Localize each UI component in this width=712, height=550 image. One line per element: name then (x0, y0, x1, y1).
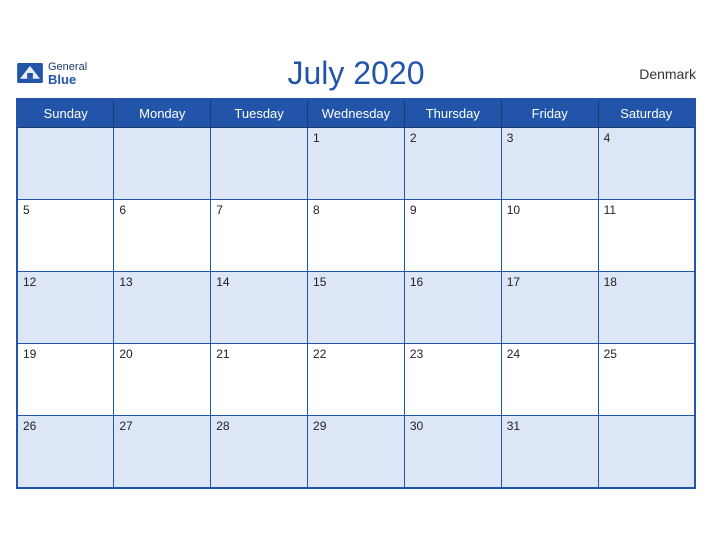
day-number: 2 (410, 131, 417, 145)
calendar-cell: 4 (598, 128, 695, 200)
calendar-cell: 1 (308, 128, 405, 200)
calendar-cell: 8 (308, 200, 405, 272)
calendar-week-row: 19 20 21 22 23 24 25 (17, 344, 695, 416)
logo-icon (16, 63, 44, 83)
day-number: 19 (23, 347, 36, 361)
calendar-cell: 30 (404, 416, 501, 488)
calendar-cell: 17 (501, 272, 598, 344)
calendar-cell: 11 (598, 200, 695, 272)
calendar: General Blue July 2020 Denmark Sunday Mo… (0, 45, 712, 505)
calendar-cell: 15 (308, 272, 405, 344)
calendar-cell: 12 (17, 272, 114, 344)
calendar-cell: 16 (404, 272, 501, 344)
day-number: 23 (410, 347, 423, 361)
calendar-week-row: 1 2 3 4 (17, 128, 695, 200)
day-number: 27 (119, 419, 132, 433)
day-number: 7 (216, 203, 223, 217)
day-number: 11 (604, 203, 616, 217)
calendar-cell: 6 (114, 200, 211, 272)
calendar-cell: 25 (598, 344, 695, 416)
calendar-cell: 9 (404, 200, 501, 272)
day-number: 20 (119, 347, 132, 361)
calendar-cell (598, 416, 695, 488)
calendar-week-row: 26 27 28 29 30 31 (17, 416, 695, 488)
calendar-cell: 14 (211, 272, 308, 344)
day-number: 21 (216, 347, 229, 361)
calendar-cell: 26 (17, 416, 114, 488)
day-number: 15 (313, 275, 326, 289)
calendar-week-row: 5 6 7 8 9 10 11 (17, 200, 695, 272)
day-number: 3 (507, 131, 514, 145)
calendar-cell: 21 (211, 344, 308, 416)
day-number: 24 (507, 347, 520, 361)
day-number: 13 (119, 275, 132, 289)
calendar-cell: 20 (114, 344, 211, 416)
day-number: 22 (313, 347, 326, 361)
day-number: 31 (507, 419, 520, 433)
day-number: 4 (604, 131, 611, 145)
calendar-cell: 3 (501, 128, 598, 200)
calendar-cell: 23 (404, 344, 501, 416)
month-title: July 2020 (288, 55, 425, 92)
calendar-cell: 29 (308, 416, 405, 488)
day-number: 28 (216, 419, 229, 433)
logo-blue-text: Blue (48, 73, 87, 87)
calendar-cell: 27 (114, 416, 211, 488)
calendar-cell: 24 (501, 344, 598, 416)
day-number: 17 (507, 275, 520, 289)
calendar-cell: 22 (308, 344, 405, 416)
day-number: 30 (410, 419, 423, 433)
day-number: 25 (604, 347, 617, 361)
calendar-cell (211, 128, 308, 200)
calendar-cell: 13 (114, 272, 211, 344)
country-label: Denmark (639, 66, 696, 82)
day-number: 1 (313, 131, 320, 145)
day-number: 26 (23, 419, 36, 433)
calendar-cell: 10 (501, 200, 598, 272)
calendar-cell: 28 (211, 416, 308, 488)
calendar-header: General Blue July 2020 Denmark (16, 55, 696, 92)
header-thursday: Thursday (404, 99, 501, 128)
calendar-week-row: 12 13 14 15 16 17 18 (17, 272, 695, 344)
calendar-cell: 2 (404, 128, 501, 200)
header-wednesday: Wednesday (308, 99, 405, 128)
calendar-cell: 19 (17, 344, 114, 416)
days-header-row: Sunday Monday Tuesday Wednesday Thursday… (17, 99, 695, 128)
header-sunday: Sunday (17, 99, 114, 128)
day-number: 29 (313, 419, 326, 433)
calendar-cell: 7 (211, 200, 308, 272)
calendar-cell: 31 (501, 416, 598, 488)
calendar-cell: 18 (598, 272, 695, 344)
day-number: 12 (23, 275, 36, 289)
calendar-cell (114, 128, 211, 200)
day-number: 10 (507, 203, 520, 217)
header-friday: Friday (501, 99, 598, 128)
calendar-cell (17, 128, 114, 200)
logo-general-text: General (48, 61, 87, 73)
day-number: 5 (23, 203, 30, 217)
day-number: 18 (604, 275, 617, 289)
logo-area: General Blue (16, 61, 87, 87)
header-monday: Monday (114, 99, 211, 128)
calendar-table: Sunday Monday Tuesday Wednesday Thursday… (16, 98, 696, 489)
day-number: 16 (410, 275, 423, 289)
header-tuesday: Tuesday (211, 99, 308, 128)
day-number: 9 (410, 203, 417, 217)
day-number: 14 (216, 275, 229, 289)
calendar-cell: 5 (17, 200, 114, 272)
day-number: 8 (313, 203, 320, 217)
header-saturday: Saturday (598, 99, 695, 128)
day-number: 6 (119, 203, 126, 217)
